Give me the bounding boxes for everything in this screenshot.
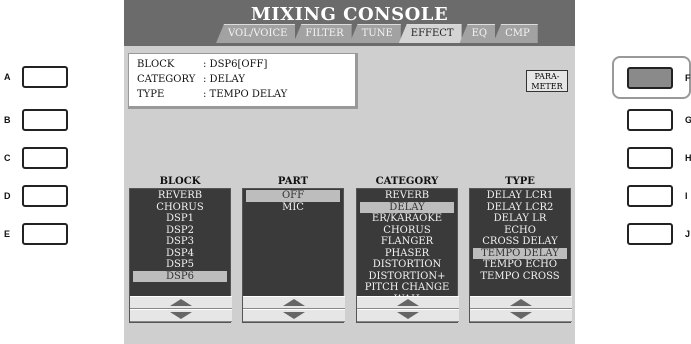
list-item[interactable]: DISTORTION	[360, 259, 454, 271]
column-header: CATEGORY	[375, 176, 439, 187]
list-box: OFF MIC	[242, 188, 345, 323]
list-item[interactable]: PITCH CHANGE	[360, 282, 454, 294]
part-column: PART OFF MIC	[242, 176, 345, 323]
list-item[interactable]: PHASER	[360, 248, 454, 260]
scroll-up-button[interactable]	[470, 296, 572, 309]
tab-tune[interactable]: TUNE	[349, 24, 401, 43]
button-label-g: G	[685, 115, 691, 125]
list-item[interactable]: ER/KARAOKE	[360, 213, 454, 225]
list-item[interactable]: DSP2	[133, 225, 227, 237]
arrow-down-icon	[397, 312, 419, 319]
list-item[interactable]: DSP4	[133, 248, 227, 260]
list-item[interactable]: DISTORTION+	[360, 271, 454, 283]
tab-eq[interactable]: EQ	[459, 24, 496, 43]
info-category-value: : DELAY	[203, 74, 245, 85]
button-j[interactable]	[627, 223, 673, 245]
button-a[interactable]	[22, 66, 68, 88]
tab-effect[interactable]: EFFECT	[398, 24, 462, 43]
list-box: REVERB CHORUS DSP1 DSP2 DSP3 DSP4 DSP5 DSP6	[129, 188, 232, 323]
page-title: MIXING CONSOLE	[250, 4, 449, 25]
list-item[interactable]: DELAY LCR2	[473, 202, 567, 214]
tab-cmp[interactable]: CMP	[493, 24, 538, 43]
tab-bar: VOL/VOICE FILTER TUNE EFFECT EQ CMP	[216, 24, 538, 43]
button-e[interactable]	[22, 223, 68, 245]
column-header: BLOCK	[159, 176, 201, 187]
info-category-label: CATEGORY	[137, 74, 196, 85]
button-label-c: C	[4, 153, 11, 163]
list-item[interactable]: CROSS DELAY	[473, 236, 567, 248]
info-type-label: TYPE	[137, 89, 165, 100]
list-item[interactable]: OFF	[246, 190, 340, 202]
button-label-b: B	[4, 115, 11, 125]
list-item[interactable]: DSP1	[133, 213, 227, 225]
button-label-h: H	[685, 153, 691, 163]
arrow-down-icon	[170, 312, 192, 319]
button-i[interactable]	[627, 185, 673, 207]
button-label-d: D	[4, 191, 11, 201]
list-item[interactable]: MIC	[246, 202, 340, 214]
column-header: TYPE	[505, 176, 535, 187]
list-box: DELAY LCR1 DELAY LCR2 DELAY LR ECHO CROSS DE…	[469, 188, 572, 323]
tab-filter[interactable]: FILTER	[293, 24, 352, 43]
scroll-down-button[interactable]	[130, 309, 232, 322]
button-d[interactable]	[22, 185, 68, 207]
type-column: TYPE DELAY LCR1 DELAY LCR2 DELAY LR ECHO CRO…	[469, 176, 572, 323]
info-type-value: : TEMPO DELAY	[203, 89, 288, 100]
list-item[interactable]: DSP5	[133, 259, 227, 271]
list-item[interactable]: DSP6	[133, 270, 227, 282]
button-g[interactable]	[627, 109, 673, 131]
info-block-label: BLOCK	[137, 59, 175, 70]
list-item[interactable]: TEMPO DELAY	[473, 247, 567, 259]
scroll-up-button[interactable]	[130, 296, 232, 309]
button-label-j: J	[685, 229, 691, 239]
category-column: CATEGORY REVERB DELAY ER/KARAOKE CHORUS FLAN…	[356, 176, 459, 323]
scroll-down-button[interactable]	[357, 309, 459, 322]
button-label-i: I	[685, 191, 688, 201]
scroll-down-button[interactable]	[470, 309, 572, 322]
arrow-up-icon	[283, 299, 305, 306]
block-column: BLOCK REVERB CHORUS DSP1 DSP2 DSP3 DSP4 DSP5 DS…	[129, 176, 232, 323]
column-header: PART	[277, 176, 309, 187]
list-item[interactable]: DELAY	[360, 201, 454, 213]
button-c[interactable]	[22, 147, 68, 169]
button-b[interactable]	[22, 109, 68, 131]
list-item[interactable]: DSP3	[133, 236, 227, 248]
list-item[interactable]: DELAY LR	[473, 213, 567, 225]
list-item[interactable]: TEMPO ECHO	[473, 259, 567, 271]
scroll-up-button[interactable]	[243, 296, 345, 309]
button-f[interactable]	[627, 67, 673, 89]
info-panel: BLOCK : DSP6[OFF] CATEGORY : DELAY TYPE …	[128, 53, 358, 109]
list-item[interactable]: REVERB	[133, 190, 227, 202]
arrow-down-icon	[283, 312, 305, 319]
scroll-up-button[interactable]	[357, 296, 459, 309]
list-item[interactable]: TEMPO CROSS	[473, 271, 567, 283]
list-item[interactable]: CHORUS	[360, 225, 454, 237]
info-block-value: : DSP6[OFF]	[203, 59, 268, 70]
button-label-e: E	[4, 229, 11, 239]
button-label-a: A	[4, 72, 11, 82]
list-item[interactable]: CHORUS	[133, 202, 227, 214]
lcd-screen: MIXING CONSOLE VOL/VOICE FILTER TUNE EFF…	[124, 0, 575, 344]
parameter-button[interactable]: PARA- METER	[526, 70, 568, 92]
arrow-up-icon	[170, 299, 192, 306]
arrow-up-icon	[510, 299, 532, 306]
list-item[interactable]: REVERB	[360, 190, 454, 202]
arrow-down-icon	[510, 312, 532, 319]
scroll-down-button[interactable]	[243, 309, 345, 322]
list-box: REVERB DELAY ER/KARAOKE CHORUS FLANGER PHASER…	[356, 188, 459, 323]
parameter-button-label: PARA- METER	[531, 72, 563, 91]
list-item[interactable]: ECHO	[473, 225, 567, 237]
list-item[interactable]: DELAY LCR1	[473, 190, 567, 202]
button-h[interactable]	[627, 147, 673, 169]
tab-vol-voice[interactable]: VOL/VOICE	[216, 24, 296, 43]
list-item[interactable]: FLANGER	[360, 236, 454, 248]
arrow-up-icon	[397, 299, 419, 306]
title-bar: MIXING CONSOLE VOL/VOICE FILTER TUNE EFF…	[124, 0, 575, 46]
button-label-f: F	[685, 73, 691, 83]
